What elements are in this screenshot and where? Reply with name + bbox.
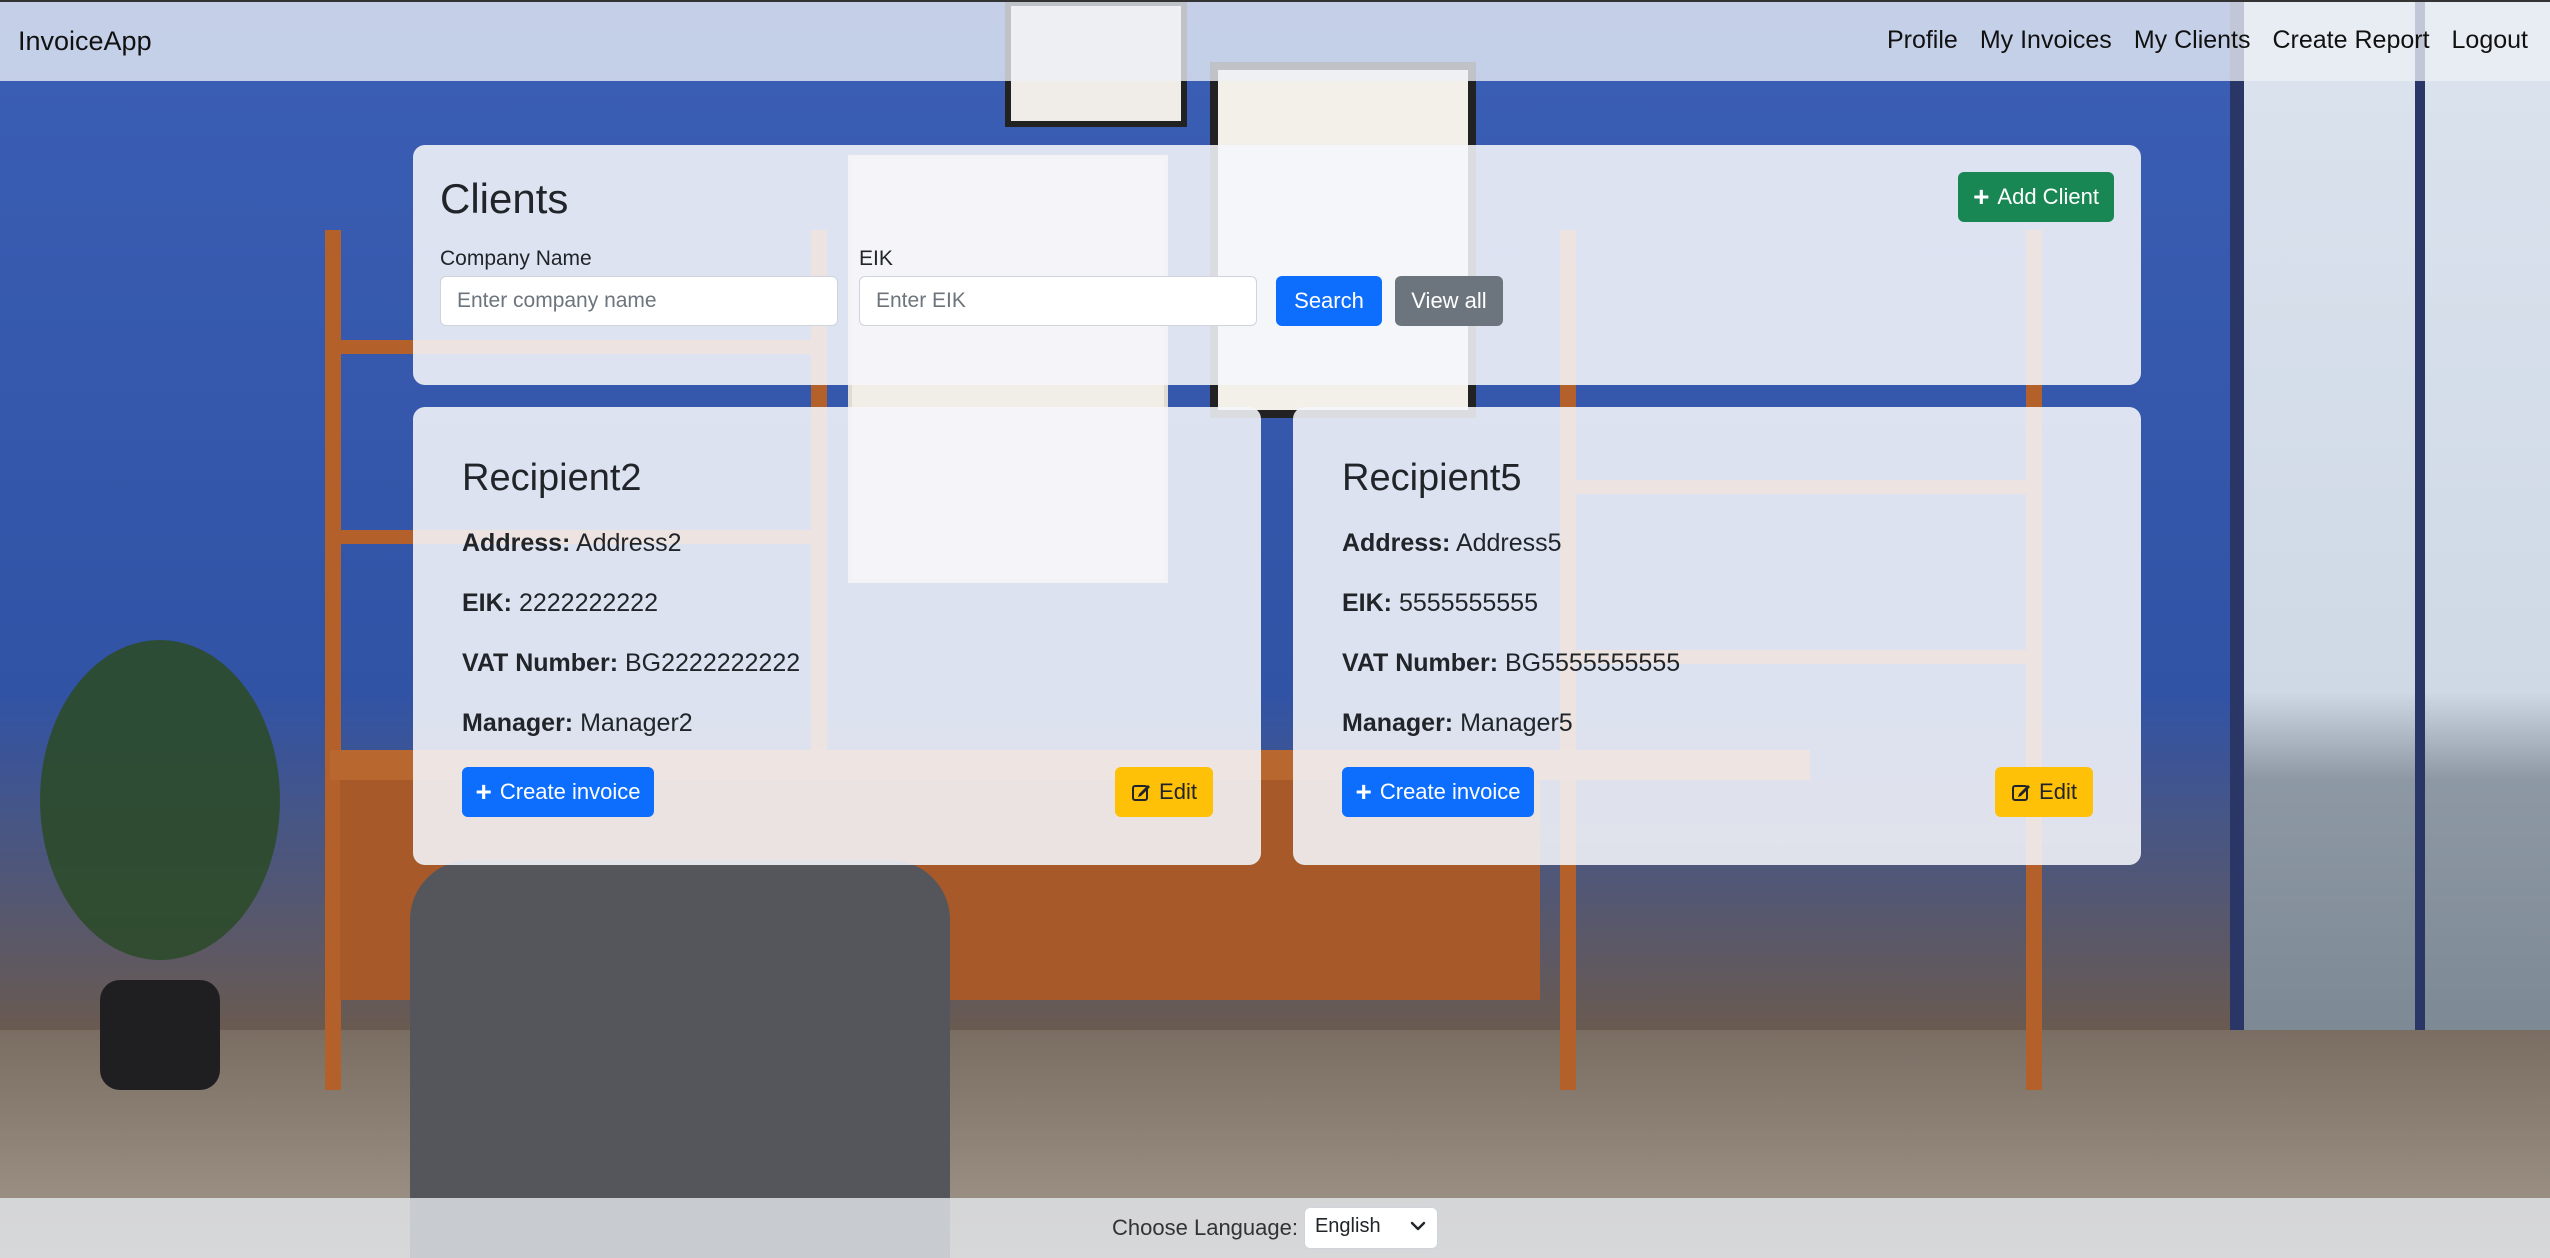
eik-value: 5555555555: [1398, 589, 1538, 617]
manager-label: Manager:: [1342, 709, 1454, 737]
nav-link-create-report[interactable]: Create Report: [2273, 26, 2430, 55]
address-value: Address2: [575, 529, 682, 557]
brand-logo-link[interactable]: InvoiceApp: [18, 26, 152, 57]
vat-label: VAT Number:: [462, 649, 619, 677]
nav-link-logout[interactable]: Logout: [2452, 26, 2528, 55]
client-address: Address: Address5: [1342, 529, 1562, 558]
create-invoice-button[interactable]: + Create invoice: [462, 767, 654, 817]
page-title: Clients: [440, 175, 569, 222]
client-eik: EIK: 5555555555: [1342, 589, 1538, 618]
footer: Choose Language: English: [0, 1198, 2550, 1258]
plus-icon: +: [1355, 776, 1372, 807]
manager-value: Manager2: [580, 709, 693, 737]
create-invoice-label: Create invoice: [499, 779, 641, 804]
client-name: Recipient2: [462, 457, 642, 499]
add-client-button[interactable]: + Add Client: [1958, 172, 2114, 222]
company-name-label: Company Name: [440, 247, 592, 270]
client-address: Address: Address2: [462, 529, 682, 558]
language-select[interactable]: English: [1303, 1207, 1438, 1249]
client-eik: EIK: 2222222222: [462, 589, 658, 618]
client-name: Recipient5: [1342, 457, 1522, 499]
vat-value: BG2222222222: [624, 649, 801, 677]
client-manager: Manager: Manager5: [1342, 709, 1573, 738]
nav-link-my-clients[interactable]: My Clients: [2134, 26, 2251, 55]
address-label: Address:: [462, 529, 571, 557]
add-client-label: Add Client: [1997, 184, 2099, 209]
client-card: Recipient2 Address: Address2 EIK: 222222…: [413, 407, 1261, 865]
client-vat: VAT Number: BG5555555555: [1342, 649, 1680, 678]
view-all-button[interactable]: View all: [1395, 276, 1503, 326]
edit-label: Edit: [2039, 779, 2077, 804]
company-name-input[interactable]: [440, 276, 838, 326]
language-label: Choose Language:: [1112, 1215, 1298, 1240]
language-selected: English: [1314, 1215, 1381, 1237]
eik-label: EIK: [859, 247, 893, 270]
nav-links: Profile My Invoices My Clients Create Re…: [1887, 26, 2528, 55]
eik-field-label: EIK:: [462, 589, 512, 617]
address-label: Address:: [1342, 529, 1451, 557]
edit-square-icon: [1132, 785, 1151, 801]
plus-icon: +: [1973, 181, 1990, 212]
plus-icon: +: [475, 776, 492, 807]
manager-value: Manager5: [1460, 709, 1573, 737]
edit-square-icon: [2012, 785, 2031, 801]
vat-value: BG5555555555: [1504, 649, 1681, 677]
manager-label: Manager:: [462, 709, 574, 737]
create-invoice-button[interactable]: + Create invoice: [1342, 767, 1534, 817]
clients-search-card: Clients Company Name EIK Search View all…: [413, 145, 2141, 385]
client-vat: VAT Number: BG2222222222: [462, 649, 800, 678]
vat-label: VAT Number:: [1342, 649, 1499, 677]
create-invoice-label: Create invoice: [1379, 779, 1521, 804]
search-button[interactable]: Search: [1276, 276, 1382, 326]
edit-label: Edit: [1159, 779, 1197, 804]
client-card: Recipient5 Address: Address5 EIK: 555555…: [1293, 407, 2141, 865]
edit-client-button[interactable]: Edit: [1995, 767, 2093, 817]
eik-input[interactable]: [859, 276, 1257, 326]
eik-value: 2222222222: [518, 589, 658, 617]
top-navbar: InvoiceApp Profile My Invoices My Client…: [0, 0, 2550, 81]
nav-link-profile[interactable]: Profile: [1887, 26, 1958, 55]
eik-field-label: EIK:: [1342, 589, 1392, 617]
chevron-down-icon: [1410, 1221, 1426, 1231]
address-value: Address5: [1455, 529, 1562, 557]
nav-link-my-invoices[interactable]: My Invoices: [1980, 26, 2112, 55]
edit-client-button[interactable]: Edit: [1115, 767, 1213, 817]
client-manager: Manager: Manager2: [462, 709, 693, 738]
